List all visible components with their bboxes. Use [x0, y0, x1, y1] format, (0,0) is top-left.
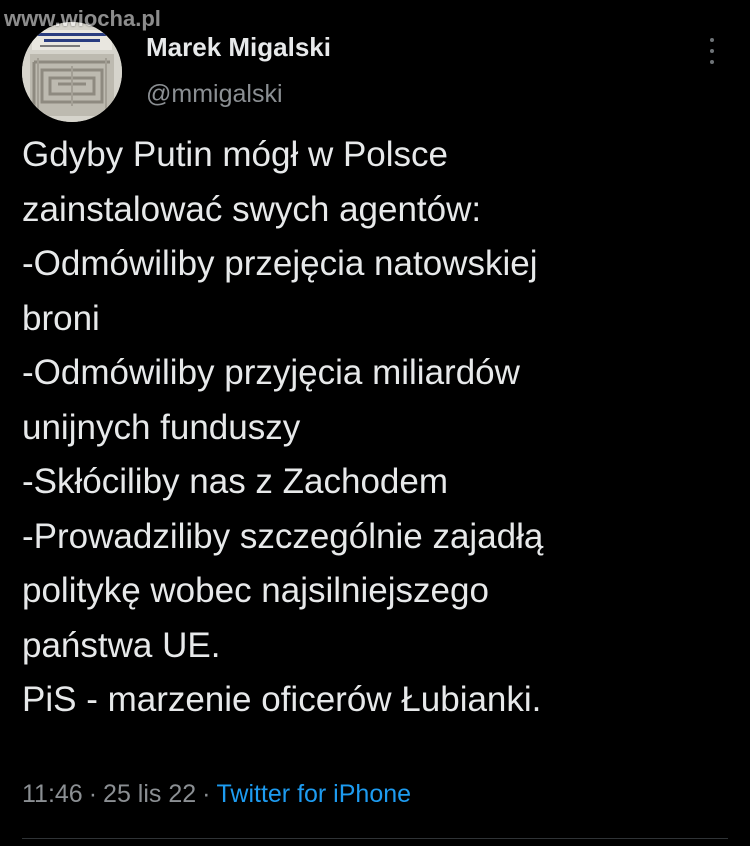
tweet-date[interactable]: 25 lis 22 — [103, 780, 196, 808]
tweet-text-line: -Odmówiliby przyjęcia miliardów — [22, 353, 520, 392]
tweet-text-line: politykę wobec najsilniejszego — [22, 571, 489, 610]
avatar[interactable] — [22, 22, 122, 122]
author-display-name[interactable]: Marek Migalski — [146, 32, 331, 63]
divider — [22, 838, 728, 839]
tweet-time[interactable]: 11:46 — [22, 780, 83, 808]
tweet-text-line: PiS - marzenie oficerów Łubianki. — [22, 680, 542, 719]
tweet-metadata: 11:46 · 25 lis 22 · Twitter for iPhone — [22, 780, 411, 809]
book-cover-avatar-icon — [22, 22, 122, 122]
vertical-ellipsis-icon[interactable] — [700, 36, 724, 66]
site-watermark: www.wiocha.pl — [4, 6, 161, 31]
tweet-text-line: unijnych funduszy — [22, 407, 301, 447]
tweet-text: Gdyby Putin mógł w Polsce zainstalować s… — [22, 128, 732, 728]
tweet-text-line: Gdyby Putin mógł w Polsce — [22, 135, 449, 174]
tweet-card: Marek Migalski @mmigalski Gdyby Putin mó… — [0, 0, 750, 846]
tweet-text-line: broni — [22, 298, 100, 338]
tweet-text-line: państwa UE. — [22, 625, 221, 665]
tweet-text-line: -Prowadziliby szczególnie zajadłą — [22, 516, 544, 556]
meta-separator: · — [88, 780, 98, 808]
tweet-source-link[interactable]: Twitter for iPhone — [217, 780, 412, 808]
author-handle[interactable]: @mmigalski — [146, 80, 283, 109]
meta-separator: · — [202, 780, 211, 808]
tweet-text-line: -Odmówiliby przejęcia natowskiej — [22, 244, 538, 283]
tweet-text-line: -Skłóciliby nas z Zachodem — [22, 462, 448, 501]
tweet-text-line: zainstalować swych agentów: — [22, 189, 482, 229]
